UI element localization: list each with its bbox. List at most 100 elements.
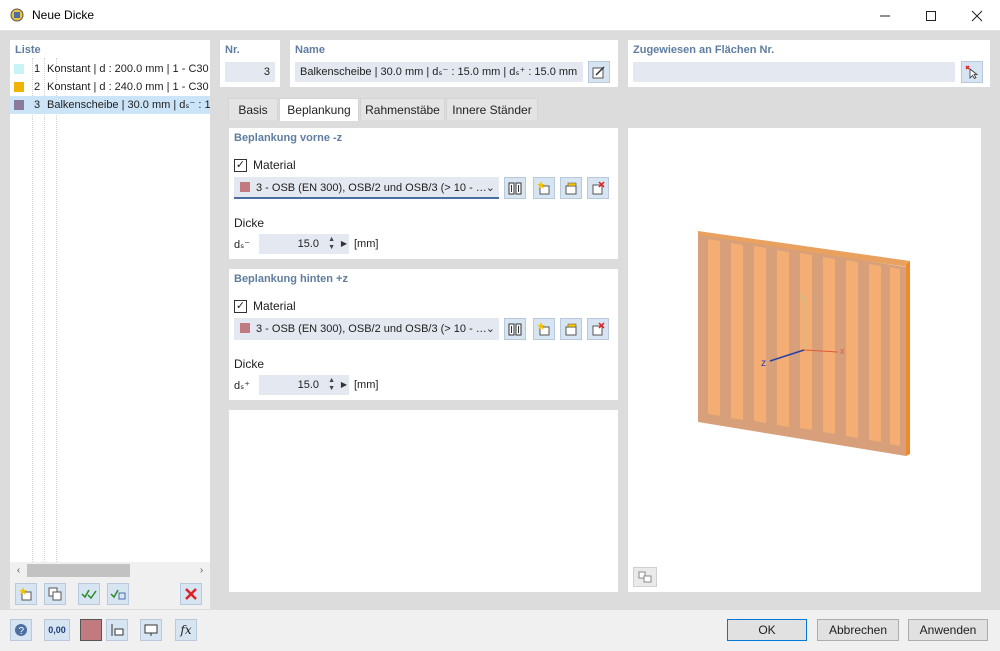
color-swatch	[14, 100, 24, 110]
list-item-label: Konstant | d : 200.0 mm | 1 - C30	[47, 63, 209, 75]
back-sheathing-section: Beplankung hinten +z ✓ Material 3 - OSB …	[229, 269, 618, 400]
color-swatch	[14, 64, 24, 74]
material-library-button[interactable]	[504, 177, 526, 199]
axis-x-label: x	[840, 346, 845, 356]
front-material-select[interactable]: 3 - OSB (EN 300), OSB/2 und OSB/3 (> 10 …	[234, 177, 499, 199]
front-thickness-label: Dicke	[234, 216, 265, 230]
name-field[interactable]: Balkenscheibe | 30.0 mm | dₛ⁻ : 15.0 mm …	[295, 62, 583, 82]
view-options-button[interactable]	[633, 567, 657, 587]
list-item[interactable]: 2 Konstant | d : 240.0 mm | 1 - C30	[10, 78, 210, 96]
decimals-button[interactable]: 0,00	[44, 619, 70, 641]
assigned-field[interactable]	[633, 62, 955, 82]
list-horizontal-scrollbar[interactable]: ‹ ›	[10, 562, 210, 579]
spin-right-icon[interactable]: ▶	[341, 234, 347, 254]
delete-material-icon	[592, 181, 605, 195]
name-label: Name	[295, 44, 325, 56]
spin-right-icon[interactable]: ▶	[341, 375, 347, 395]
spin-updown-icon[interactable]: ▲ ▼	[328, 377, 335, 393]
scroll-right-icon[interactable]: ›	[193, 562, 210, 579]
view-options-icon	[638, 571, 652, 583]
help-button[interactable]: ?	[10, 619, 32, 641]
front-unit: [mm]	[354, 238, 379, 250]
nr-field[interactable]: 3	[225, 62, 275, 82]
assigned-label: Zugewiesen an Flächen Nr.	[633, 44, 775, 56]
new-material-button[interactable]	[533, 318, 555, 340]
check-toggle-button[interactable]	[107, 583, 129, 605]
chevron-down-icon: ⌄	[485, 323, 495, 335]
spin-updown-icon[interactable]: ▲ ▼	[328, 236, 335, 252]
back-unit: [mm]	[354, 379, 379, 391]
units-icon	[111, 624, 124, 636]
front-material-label: Material	[253, 158, 296, 172]
close-button[interactable]	[954, 0, 1000, 31]
back-thickness-label: Dicke	[234, 357, 265, 371]
edit-name-button[interactable]	[588, 61, 610, 83]
delete-material-button[interactable]	[587, 318, 609, 340]
delete-material-button[interactable]	[587, 177, 609, 199]
bottom-bar: ? 0,00 fx OK Abbrechen Anwenden	[0, 610, 1000, 651]
ok-button[interactable]: OK	[727, 619, 807, 641]
minimize-icon	[880, 15, 890, 16]
new-item-button[interactable]	[15, 583, 37, 605]
display-settings-button[interactable]	[140, 619, 162, 641]
window-title: Neue Dicke	[32, 8, 95, 22]
list-item-number: 3	[34, 99, 41, 111]
close-icon	[971, 10, 983, 21]
new-material-button[interactable]	[533, 177, 555, 199]
help-icon: ?	[15, 624, 27, 637]
front-sheathing-section: Beplankung vorne -z ✓ Material 3 - OSB (…	[229, 128, 618, 259]
material-color-swatch	[240, 323, 250, 333]
tab-beplankung[interactable]: Beplankung	[279, 98, 359, 121]
maximize-button[interactable]	[908, 0, 954, 31]
edit-material-button[interactable]	[560, 177, 582, 199]
library-icon	[508, 323, 522, 336]
units-button[interactable]	[106, 619, 128, 641]
axis-z-label: z	[761, 358, 766, 369]
monitor-icon	[144, 624, 158, 636]
list-panel: Liste 1 Konstant | d : 200.0 mm | 1 - C3…	[10, 40, 210, 609]
dialog-client: Liste 1 Konstant | d : 200.0 mm | 1 - C3…	[0, 31, 1000, 651]
select-surfaces-button[interactable]	[961, 61, 983, 83]
scroll-thumb[interactable]	[27, 564, 130, 577]
check-icon	[81, 589, 97, 600]
new-star-icon	[19, 587, 32, 601]
back-material-select[interactable]: 3 - OSB (EN 300), OSB/2 und OSB/3 (> 10 …	[234, 318, 499, 340]
back-thickness-value: 15.0	[297, 379, 319, 391]
3d-preview[interactable]: y x z	[628, 128, 981, 592]
front-thickness-spinner[interactable]: 15.0 ▲ ▼ ▶	[259, 234, 349, 254]
check-all-button[interactable]	[78, 583, 100, 605]
list-item-label: Konstant | d : 240.0 mm | 1 - C30	[47, 81, 209, 93]
tree-guide	[44, 58, 45, 562]
list-item[interactable]: 1 Konstant | d : 200.0 mm | 1 - C30	[10, 60, 210, 78]
list-item-label: Balkenscheibe | 30.0 mm | dₛ⁻ : 1	[47, 99, 210, 111]
back-thickness-spinner[interactable]: 15.0 ▲ ▼ ▶	[259, 375, 349, 395]
tab-innere-staender[interactable]: Innere Ständer	[446, 98, 538, 120]
cancel-button[interactable]: Abbrechen	[817, 619, 899, 641]
copy-item-button[interactable]	[44, 583, 66, 605]
library-icon	[508, 182, 522, 195]
scroll-left-icon[interactable]: ‹	[10, 562, 27, 579]
back-ds-label: dₛ⁺	[234, 380, 251, 392]
maximize-icon	[926, 10, 936, 21]
minimize-button[interactable]	[862, 0, 908, 31]
material-library-button[interactable]	[504, 318, 526, 340]
check-refresh-icon	[110, 589, 126, 600]
tab-rahmenstaebe[interactable]: Rahmenstäbe	[360, 98, 445, 120]
decimals-label: 0,00	[48, 625, 66, 635]
wall-preview-graphic: y x z	[698, 231, 910, 456]
apply-button[interactable]: Anwenden	[908, 619, 988, 641]
list-item-selected[interactable]: 3 Balkenscheibe | 30.0 mm | dₛ⁻ : 1	[10, 96, 210, 114]
delete-item-button[interactable]	[180, 583, 202, 605]
delete-material-icon	[592, 322, 605, 336]
select-cursor-icon	[965, 65, 979, 79]
front-material-checkbox[interactable]: ✓	[234, 159, 247, 172]
nr-panel: Nr. 3	[220, 40, 280, 87]
back-material-checkbox[interactable]: ✓	[234, 300, 247, 313]
front-ds-label: dₛ⁻	[234, 239, 251, 251]
svg-text:?: ?	[19, 626, 25, 637]
edit-material-button[interactable]	[560, 318, 582, 340]
tab-basis[interactable]: Basis	[228, 98, 278, 120]
formula-button[interactable]: fx	[175, 619, 197, 641]
edit-material-icon	[565, 182, 577, 195]
color-button[interactable]	[80, 619, 102, 641]
